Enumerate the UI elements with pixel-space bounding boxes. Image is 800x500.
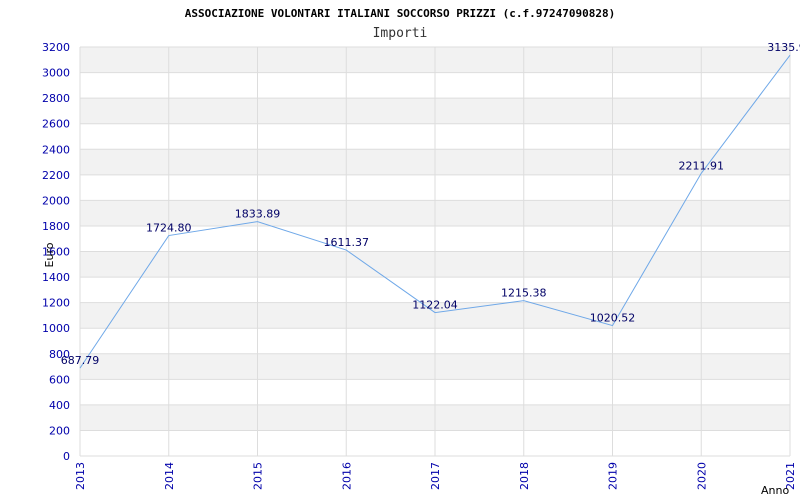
data-label: 1020.52 xyxy=(590,312,636,325)
y-tick-label: 1400 xyxy=(42,271,70,284)
y-tick-label: 200 xyxy=(49,424,70,437)
y-tick-label: 2600 xyxy=(42,118,70,131)
data-label: 2211.91 xyxy=(679,159,725,172)
chart-subtitle: Importi xyxy=(373,26,428,41)
data-label: 687.79 xyxy=(61,354,100,367)
chart-title: ASSOCIAZIONE VOLONTARI ITALIANI SOCCORSO… xyxy=(185,7,615,20)
data-label: 1611.37 xyxy=(324,236,370,249)
y-tick-label: 2800 xyxy=(42,92,70,105)
y-tick-label: 3000 xyxy=(42,67,70,80)
x-tick-label: 2017 xyxy=(429,462,442,490)
x-tick-label: 2013 xyxy=(74,462,87,490)
x-tick-label: 2016 xyxy=(340,462,353,490)
x-tick-label: 2019 xyxy=(607,462,620,490)
data-label: 3135.96 xyxy=(767,41,800,54)
x-axis-ticks: 2013 2014 2015 2016 2017 2018 2019 2020 2021 xyxy=(74,462,797,490)
x-tick-label: 2020 xyxy=(695,462,708,490)
x-tick-label: 2015 xyxy=(252,462,265,490)
data-label: 1724.80 xyxy=(146,222,192,235)
x-axis-label: Anno xyxy=(761,484,789,497)
x-tick-label: 2018 xyxy=(518,462,531,490)
y-tick-label: 2000 xyxy=(42,194,70,207)
y-tick-label: 1000 xyxy=(42,322,70,335)
data-label: 1833.89 xyxy=(235,208,281,221)
x-tick-label: 2014 xyxy=(163,462,176,490)
y-tick-label: 600 xyxy=(49,373,70,386)
y-tick-label: 2200 xyxy=(42,169,70,182)
data-label: 1122.04 xyxy=(412,299,458,312)
data-label: 1215.38 xyxy=(501,287,547,300)
y-tick-label: 0 xyxy=(63,450,70,463)
line-chart: ASSOCIAZIONE VOLONTARI ITALIANI SOCCORSO… xyxy=(42,7,800,497)
y-tick-label: 400 xyxy=(49,399,70,412)
y-tick-label: 1800 xyxy=(42,220,70,233)
y-tick-label: 2400 xyxy=(42,143,70,156)
y-axis-label: Euro xyxy=(43,242,56,267)
y-tick-label: 3200 xyxy=(42,41,70,54)
y-tick-label: 1200 xyxy=(42,297,70,310)
